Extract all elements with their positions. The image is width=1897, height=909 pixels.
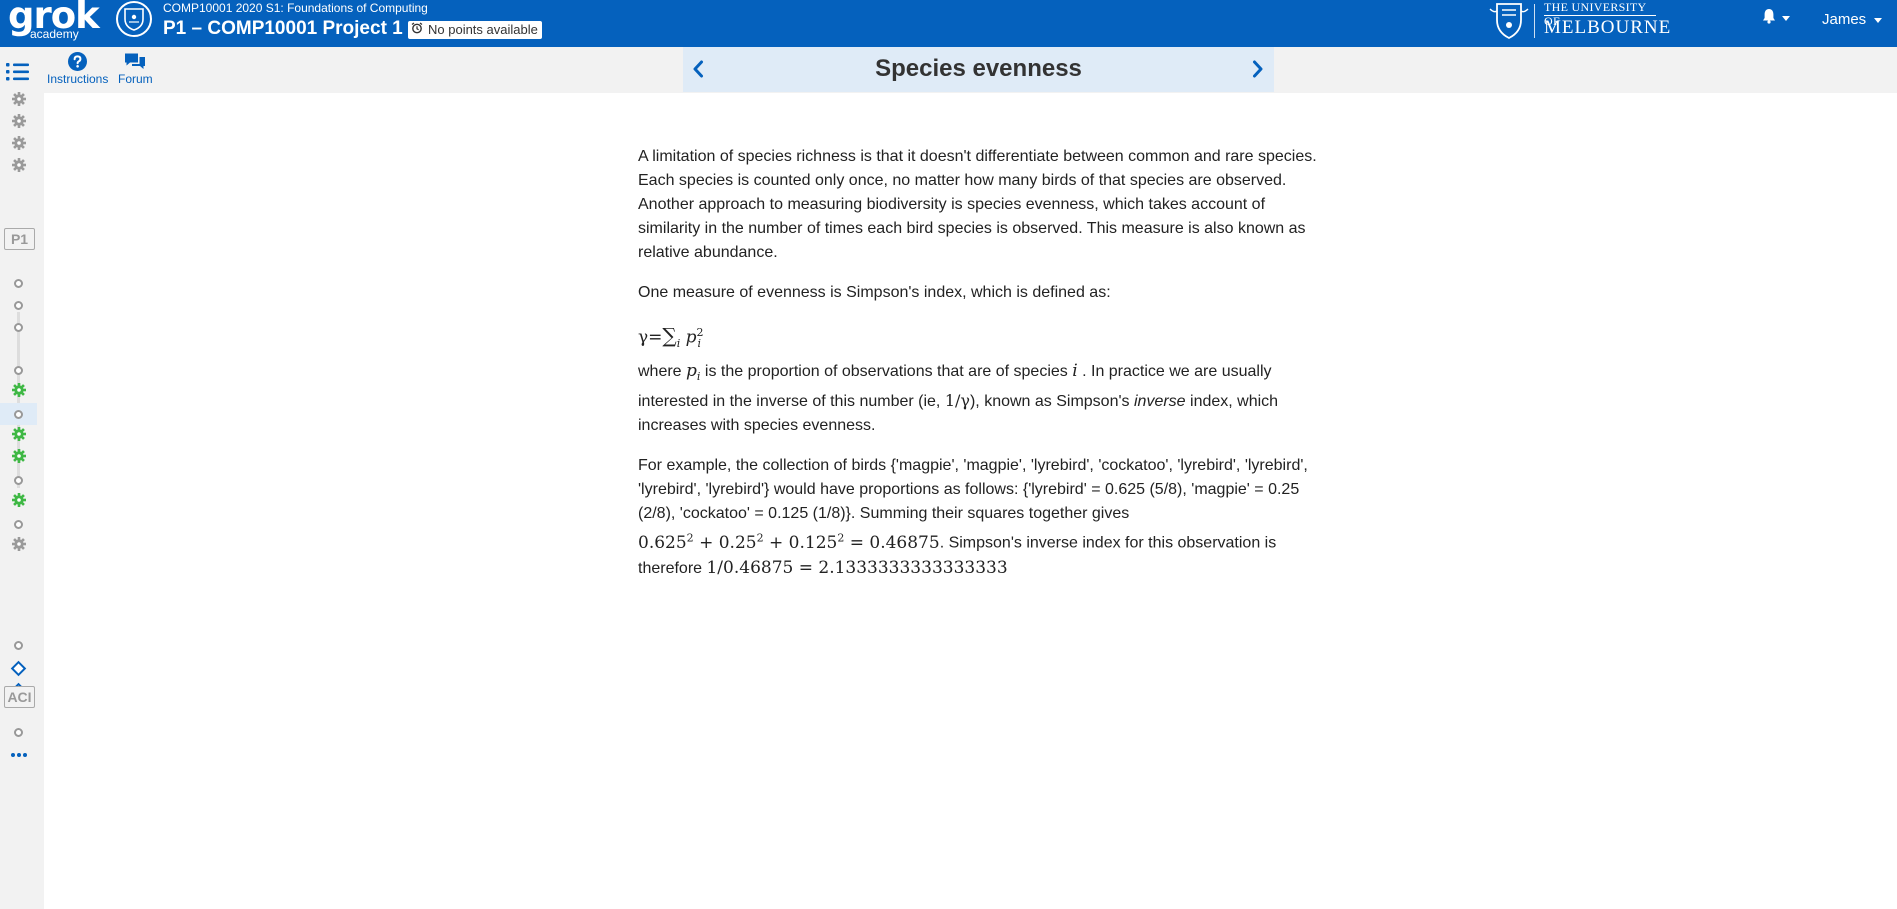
ring-icon [14, 278, 23, 288]
gear-icon [11, 91, 26, 111]
sidebar-slide-item[interactable] [0, 744, 37, 766]
sidebar-slide-item[interactable] [0, 112, 37, 134]
university-name-line2: MELBOURNE [1544, 17, 1672, 38]
sidebar-slide-item[interactable] [0, 90, 37, 112]
simpson-formula: γ=∑i p2i [638, 323, 704, 351]
next-slide-button[interactable] [1251, 59, 1265, 84]
sidebar-slide-item[interactable] [0, 134, 37, 156]
bell-icon [1762, 8, 1776, 29]
paragraph-limitation: A limitation of species richness is that… [638, 148, 1317, 261]
gear-icon [11, 536, 26, 556]
chevron-down-icon [1874, 17, 1883, 23]
logo-sub-text: academy [30, 27, 79, 41]
user-menu[interactable]: James [1822, 10, 1883, 30]
ring-icon [14, 519, 23, 529]
more-dots-icon [10, 753, 27, 757]
alarm-clock-icon [411, 21, 423, 39]
section-label-p1[interactable]: P1 [4, 228, 35, 250]
slide-outline-sidebar: P1 ACI [0, 90, 44, 909]
sidebar-slide-item[interactable] [0, 535, 37, 557]
list-icon [6, 63, 29, 81]
lesson-content: A limitation of species richness is that… [638, 145, 1318, 597]
outline-toggle-button[interactable] [6, 63, 30, 86]
sidebar-slide-item[interactable] [0, 634, 37, 656]
grok-academy-logo[interactable]: grok academy [8, 0, 100, 46]
lesson-header: Species evenness [683, 47, 1274, 92]
user-name: James [1822, 11, 1867, 28]
sidebar-slide-item[interactable] [0, 425, 37, 447]
sidebar-slide-item[interactable] [0, 359, 37, 381]
gear-icon [11, 492, 26, 512]
paragraph-definition: where pi is the proportion of observatio… [638, 361, 1279, 435]
gear-icon [11, 157, 26, 177]
ring-icon [14, 365, 23, 375]
points-badge: No points available [408, 21, 542, 39]
sidebar-slide-item[interactable] [0, 156, 37, 178]
forum-button[interactable]: Forum [118, 52, 153, 86]
sidebar-slide-item[interactable] [0, 469, 37, 491]
chevron-down-icon [1782, 16, 1790, 21]
lesson-title: Species evenness [875, 55, 1082, 82]
forum-label: Forum [118, 72, 153, 86]
gear-icon [11, 448, 26, 468]
sidebar-slide-item[interactable] [0, 513, 37, 535]
university-logo[interactable]: THE UNIVERSITY OF MELBOURNE [1488, 0, 1670, 42]
sidebar-slide-item[interactable] [0, 657, 37, 679]
gear-icon [11, 382, 26, 402]
instructions-button[interactable]: Instructions [47, 52, 108, 86]
course-name: COMP10001 2020 S1: Foundations of Comput… [163, 1, 428, 15]
ring-icon [14, 640, 23, 650]
forum-icon [125, 53, 146, 69]
notifications-button[interactable] [1762, 8, 1790, 29]
sidebar-slide-item[interactable] [0, 403, 37, 425]
gear-icon [11, 113, 26, 133]
sidebar-slide-item[interactable] [0, 447, 37, 469]
university-shield-icon [1489, 3, 1529, 40]
ring-icon [14, 409, 23, 419]
instructions-label: Instructions [47, 72, 109, 86]
sidebar-slide-item[interactable] [0, 272, 37, 294]
diamond-icon [10, 660, 27, 676]
gear-icon [11, 135, 26, 155]
university-crest-icon [116, 1, 152, 37]
sidebar-slide-item[interactable] [0, 294, 37, 316]
sidebar-slide-item[interactable] [0, 721, 37, 743]
project-title: P1 – COMP10001 Project 1 [163, 18, 403, 39]
sidebar-slide-item[interactable] [0, 491, 37, 513]
ring-icon [14, 727, 23, 737]
ring-icon [14, 322, 23, 332]
toolbar: Instructions Forum Species evenness [0, 47, 1897, 93]
chevron-right-icon [1253, 60, 1263, 78]
sidebar-slide-item[interactable] [0, 316, 37, 338]
sidebar-slide-item[interactable] [0, 381, 37, 403]
ring-icon [14, 475, 23, 485]
paragraph-simpson-intro: One measure of evenness is Simpson's ind… [638, 284, 1111, 301]
points-badge-label: No points available [428, 22, 538, 37]
gear-icon [11, 426, 26, 446]
top-bar: grok academy COMP10001 2020 S1: Foundati… [0, 0, 1897, 47]
question-icon [68, 52, 88, 71]
paragraph-example: For example, the collection of birds {'m… [638, 457, 1308, 578]
ring-icon [14, 300, 23, 310]
section-label-aci[interactable]: ACI [4, 686, 35, 708]
